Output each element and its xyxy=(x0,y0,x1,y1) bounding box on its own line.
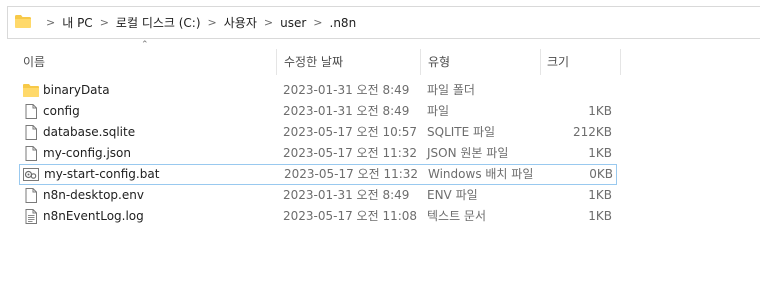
file-name: database.sqlite xyxy=(43,125,136,139)
breadcrumb: > 내 PC > 로컬 디스크 (C:) > 사용자 > user > .n8n xyxy=(39,7,356,38)
file-icon xyxy=(25,125,37,140)
sort-ascending-icon: ⌃ xyxy=(141,40,149,50)
file-icon xyxy=(25,104,37,119)
file-type: JSON 원본 파일 xyxy=(427,146,509,160)
file-row[interactable]: database.sqlite 2023-05-17 오전 10:57 SQLI… xyxy=(19,122,617,143)
file-row[interactable]: binaryData 2023-01-31 오전 8:49 파일 폴더 xyxy=(19,80,617,101)
file-size: 1KB xyxy=(588,188,612,202)
column-header-type[interactable]: 유형 xyxy=(428,49,450,75)
text-file-icon xyxy=(25,209,37,224)
file-date: 2023-01-31 오전 8:49 xyxy=(283,104,410,118)
column-header-size[interactable]: 크기 xyxy=(547,49,569,75)
file-date: 2023-01-31 오전 8:49 xyxy=(283,188,410,202)
breadcrumb-separator[interactable]: > xyxy=(46,16,55,29)
breadcrumb-n8n[interactable]: .n8n xyxy=(330,16,357,30)
column-header-row: ⌃ 이름 수정한 날짜 유형 크기 xyxy=(0,40,760,75)
breadcrumb-users[interactable]: 사용자 xyxy=(224,14,257,31)
column-divider[interactable] xyxy=(420,49,421,75)
breadcrumb-separator[interactable]: > xyxy=(264,16,273,29)
breadcrumb-separator[interactable]: > xyxy=(313,16,322,29)
breadcrumb-local-disk[interactable]: 로컬 디스크 (C:) xyxy=(116,14,201,31)
file-type: SQLITE 파일 xyxy=(427,125,496,139)
file-name: config xyxy=(43,104,80,118)
file-size xyxy=(539,80,612,101)
file-type: 파일 폴더 xyxy=(427,83,475,97)
file-date: 2023-05-17 오전 11:32 xyxy=(284,167,419,181)
file-date: 2023-05-17 오전 10:57 xyxy=(283,125,418,139)
file-name: n8n-desktop.env xyxy=(43,188,144,202)
file-size: 1KB xyxy=(588,146,612,160)
file-name: n8nEventLog.log xyxy=(43,209,144,223)
file-type: 텍스트 문서 xyxy=(427,209,487,223)
file-size: 0KB xyxy=(589,167,613,181)
breadcrumb-separator[interactable]: > xyxy=(208,16,217,29)
file-date: 2023-05-17 오전 11:32 xyxy=(283,146,418,160)
column-header-name[interactable]: 이름 xyxy=(23,49,45,75)
column-divider[interactable] xyxy=(540,49,541,75)
breadcrumb-separator[interactable]: > xyxy=(100,16,109,29)
file-row[interactable]: my-config.json 2023-05-17 오전 11:32 JSON … xyxy=(19,143,617,164)
column-divider[interactable] xyxy=(276,49,277,75)
file-size: 212KB xyxy=(572,125,612,139)
breadcrumb-user[interactable]: user xyxy=(280,16,306,30)
file-date: 2023-05-17 오전 11:08 xyxy=(283,209,418,223)
file-type: 파일 xyxy=(427,104,450,118)
file-row[interactable]: n8n-desktop.env 2023-01-31 오전 8:49 ENV 파… xyxy=(19,185,617,206)
address-bar[interactable]: > 내 PC > 로컬 디스크 (C:) > 사용자 > user > .n8n xyxy=(7,6,760,39)
folder-icon xyxy=(23,84,39,97)
column-header-date[interactable]: 수정한 날짜 xyxy=(284,49,343,75)
file-type: ENV 파일 xyxy=(427,188,478,202)
batch-file-icon xyxy=(23,168,39,181)
file-icon xyxy=(25,188,37,203)
file-name: my-config.json xyxy=(43,146,131,160)
file-icon xyxy=(25,146,37,161)
file-type: Windows 배치 파일 xyxy=(428,167,534,181)
file-size: 1KB xyxy=(588,104,612,118)
file-row[interactable]: config 2023-01-31 오전 8:49 파일 1KB xyxy=(19,101,617,122)
column-divider[interactable] xyxy=(620,49,621,75)
file-row-selected[interactable]: my-start-config.bat 2023-05-17 오전 11:32 … xyxy=(19,164,617,185)
file-name: binaryData xyxy=(43,83,110,97)
file-size: 1KB xyxy=(588,209,612,223)
file-row[interactable]: n8nEventLog.log 2023-05-17 오전 11:08 텍스트 … xyxy=(19,206,617,227)
breadcrumb-this-pc[interactable]: 내 PC xyxy=(62,14,92,31)
file-name: my-start-config.bat xyxy=(44,167,160,181)
file-date: 2023-01-31 오전 8:49 xyxy=(283,83,410,97)
folder-icon xyxy=(15,15,31,28)
